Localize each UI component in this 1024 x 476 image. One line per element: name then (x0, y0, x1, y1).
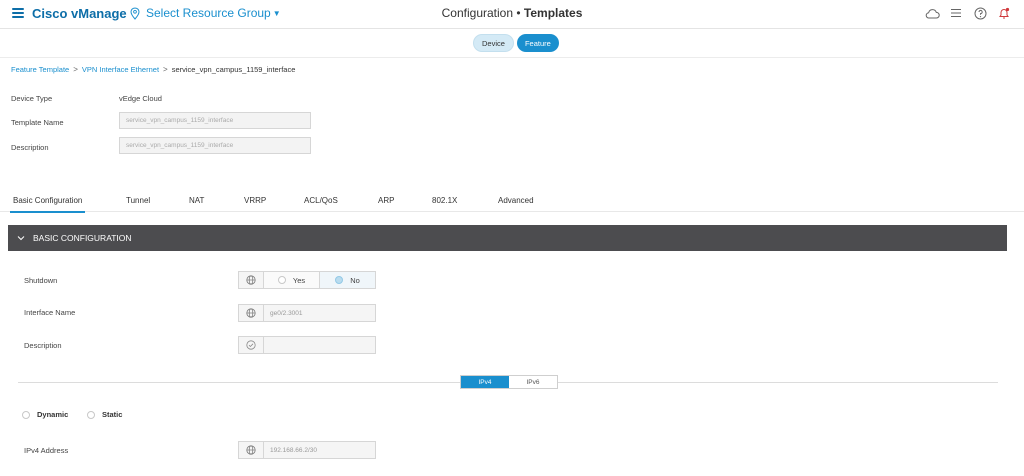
ipv4-address-input[interactable] (263, 441, 376, 459)
divider (0, 57, 1024, 58)
interface-name-label: Interface Name (24, 308, 76, 317)
chevron-right-icon: > (73, 65, 78, 74)
template-name-label: Template Name (11, 118, 64, 127)
chevron-right-icon: > (163, 65, 168, 74)
breadcrumb: Feature Template > VPN Interface Etherne… (11, 65, 295, 74)
tab-vrrp[interactable]: VRRP (244, 196, 266, 211)
page-title-separator: • (516, 6, 521, 20)
interface-description-label: Description (24, 341, 62, 350)
resource-group-label: Select Resource Group (146, 6, 271, 20)
shutdown-no-label: No (350, 275, 360, 285)
shutdown-label: Shutdown (24, 276, 58, 285)
interface-description-input[interactable] (263, 336, 376, 354)
brand-logo[interactable]: Cisco vManage (32, 6, 127, 21)
interface-name-input[interactable] (263, 304, 376, 322)
device-type-label: Device Type (11, 94, 53, 103)
breadcrumb-feature-template[interactable]: Feature Template (11, 65, 69, 74)
dynamic-radio[interactable]: Dynamic (22, 410, 68, 419)
top-icons (924, 5, 1012, 21)
static-radio[interactable]: Static (87, 410, 122, 419)
static-label: Static (102, 410, 123, 419)
global-scope-icon[interactable] (238, 441, 264, 459)
default-scope-check-icon[interactable] (238, 336, 264, 354)
global-scope-icon[interactable] (238, 271, 264, 289)
ip-version-toggle: IPv4 IPv6 (460, 375, 558, 389)
shutdown-yes-radio[interactable]: Yes (264, 272, 320, 288)
tab-tunnel[interactable]: Tunnel (126, 196, 150, 211)
radio-button-icon (22, 410, 30, 419)
cloud-icon[interactable] (924, 5, 940, 21)
breadcrumb-vpn-interface-ethernet[interactable]: VPN Interface Ethernet (82, 65, 159, 74)
page-title-main: Templates (523, 6, 583, 20)
help-icon[interactable] (972, 5, 988, 21)
basic-configuration-section-header[interactable]: BASIC CONFIGURATION (8, 225, 1007, 251)
tab-basic-configuration[interactable]: Basic Configuration (9, 196, 86, 213)
radio-button-icon (87, 410, 95, 419)
breadcrumb-current: service_vpn_campus_1159_interface (171, 65, 296, 74)
tab-advanced[interactable]: Advanced (498, 196, 534, 211)
tab-arp[interactable]: ARP (378, 196, 394, 211)
tab-acl-qos[interactable]: ACL/QoS (304, 196, 338, 211)
radio-button-icon (277, 276, 286, 284)
feature-toggle-button[interactable]: Feature (516, 34, 559, 52)
config-tabs: Basic Configuration Tunnel NAT VRRP ACL/… (0, 196, 1024, 213)
template-description-label: Description (11, 143, 49, 152)
shutdown-no-radio[interactable]: No (320, 272, 375, 288)
device-toggle-button[interactable]: Device (473, 34, 514, 52)
tab-nat[interactable]: NAT (189, 196, 204, 211)
dynamic-label: Dynamic (37, 410, 69, 419)
template-name-input[interactable] (119, 112, 311, 129)
chevron-down-icon (17, 236, 25, 241)
hamburger-menu-icon[interactable] (12, 8, 24, 18)
device-type-value: vEdge Cloud (119, 94, 162, 103)
task-list-icon[interactable] (948, 5, 964, 21)
page-title-prefix: Configuration (441, 6, 514, 20)
radio-button-selected-icon (335, 276, 344, 284)
caret-down-icon: ▼ (272, 8, 281, 18)
tab-8021x[interactable]: 802.1X (432, 196, 457, 211)
ipv4-address-label: IPv4 Address (24, 446, 69, 455)
template-type-toggle: Device Feature (473, 34, 559, 52)
top-bar: Cisco vManage Select Resource Group ▼ Co… (0, 0, 1024, 29)
ipv6-tab[interactable]: IPv6 (509, 376, 557, 388)
section-title: BASIC CONFIGURATION (33, 233, 132, 243)
shutdown-radio-group: Yes No (263, 271, 376, 289)
resource-group-selector[interactable]: Select Resource Group ▼ (130, 5, 281, 21)
alarm-bell-icon[interactable] (996, 5, 1012, 21)
template-description-input[interactable] (119, 137, 311, 154)
location-pin-icon (130, 6, 140, 20)
global-scope-icon[interactable] (238, 304, 264, 322)
shutdown-yes-label: Yes (292, 275, 306, 285)
ipv4-tab[interactable]: IPv4 (461, 376, 509, 388)
